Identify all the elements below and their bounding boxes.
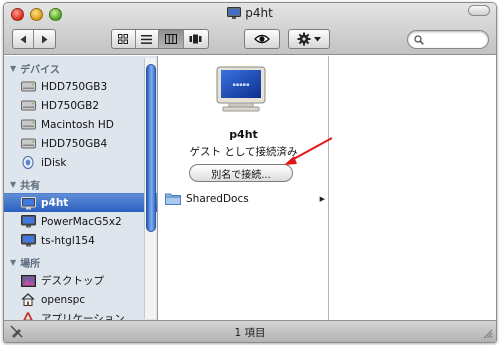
hard-drive-icon: [20, 137, 36, 151]
status-text: 1 項目: [234, 327, 266, 339]
sidebar-item-desktop[interactable]: デスクトップ: [4, 271, 157, 290]
sidebar-section-places[interactable]: ▼ 場所: [4, 253, 157, 271]
sidebar-section-label: 共有: [20, 180, 41, 192]
sidebar: ▼ デバイス HDD750GB3 HD750GB2 Macintosh HD H…: [4, 56, 158, 321]
window-title-text: p4ht: [245, 6, 273, 20]
desktop-icon: [20, 274, 36, 288]
sidebar-item-label: HDD750GB3: [41, 80, 108, 93]
computer-monitor-icon: [20, 234, 36, 248]
search-input[interactable]: [427, 34, 487, 45]
disclosure-triangle-icon: ▼: [10, 179, 17, 189]
icon-view-button[interactable]: [112, 30, 136, 48]
sidebar-section-label: 場所: [20, 258, 41, 270]
sidebar-scrollbar-thumb[interactable]: [146, 64, 156, 232]
sidebar-item-hdd750gb3[interactable]: HDD750GB3: [4, 77, 157, 96]
disclosure-triangle-icon: ▼: [10, 257, 17, 267]
forward-arrow-icon: [42, 35, 48, 43]
sidebar-item-label: ts-htgl154: [41, 234, 95, 247]
search-icon: [414, 34, 424, 45]
svg-text:▪▪▪▪▪: ▪▪▪▪▪: [233, 82, 250, 88]
column-view-icon: [164, 34, 177, 44]
column-view-button[interactable]: [159, 30, 184, 48]
gear-icon: [297, 32, 311, 46]
hard-drive-icon: [20, 80, 36, 94]
sidebar-item-openspc[interactable]: openspc: [4, 290, 157, 309]
back-button[interactable]: [13, 30, 35, 48]
quick-look-button[interactable]: [244, 29, 280, 49]
list-view-button[interactable]: [136, 30, 160, 48]
finder-window: p4ht ▼ デバイス HDD750GB3 HD750GB2 Macintosh…: [3, 2, 497, 343]
sidebar-item-label: iDisk: [41, 156, 67, 169]
folder-label: SharedDocs: [186, 192, 249, 205]
resize-grip-icon[interactable]: [482, 328, 493, 339]
connect-as-button[interactable]: 別名で接続...: [189, 164, 293, 182]
sidebar-item-hdd750gb4[interactable]: HDD750GB4: [4, 134, 157, 153]
toolbar-toggle-button[interactable]: [468, 5, 490, 16]
sidebar-item-idisk[interactable]: iDisk: [4, 153, 157, 172]
eye-icon: [254, 34, 270, 44]
sidebar-item-ts-htgl154[interactable]: ts-htgl154: [4, 231, 157, 250]
sidebar-item-label: Macintosh HD: [41, 118, 114, 131]
sidebar-item-label: HD750GB2: [41, 99, 100, 112]
disclosure-arrow-icon: ▶: [319, 194, 325, 203]
forward-button[interactable]: [34, 30, 55, 48]
computer-monitor-icon: [227, 7, 242, 19]
sidebar-scrollbar[interactable]: [144, 58, 156, 319]
window-title: p4ht: [4, 6, 496, 20]
sidebar-item-label: デスクトップ: [41, 275, 104, 287]
computer-monitor-icon: [20, 196, 36, 210]
search-field[interactable]: [407, 30, 489, 49]
finder-column: ▪▪▪▪▪ p4ht ゲスト として接続済み 別名で接続... SharedDo…: [159, 56, 329, 321]
empty-column: [330, 56, 496, 321]
sidebar-item-powermacg5x2[interactable]: PowerMacG5x2: [4, 212, 157, 231]
disclosure-triangle-icon: ▼: [10, 63, 17, 73]
status-bar: 1 項目: [4, 320, 496, 342]
hard-drive-icon: [20, 118, 36, 132]
icon-view-icon: [118, 34, 129, 44]
back-forward-control: [12, 29, 56, 49]
sidebar-item-hd750gb2[interactable]: HD750GB2: [4, 96, 157, 115]
back-arrow-icon: [20, 35, 26, 43]
home-icon: [20, 293, 36, 307]
sidebar-item-label: HDD750GB4: [41, 137, 108, 150]
share-name: p4ht: [229, 128, 258, 141]
sidebar-section-label: デバイス: [20, 64, 60, 76]
folder-icon: [165, 193, 181, 205]
sidebar-item-label: p4ht: [41, 197, 69, 209]
sidebar-section-shared[interactable]: ▼ 共有: [4, 175, 157, 193]
idisk-icon: [20, 156, 36, 170]
sidebar-item-p4ht[interactable]: p4ht: [4, 193, 157, 212]
cover-flow-icon: [189, 34, 202, 44]
action-menu-button[interactable]: [288, 29, 330, 49]
connection-status: ゲスト として接続済み: [189, 146, 298, 158]
cover-flow-button[interactable]: [184, 30, 208, 48]
sidebar-item-label: PowerMacG5x2: [41, 215, 122, 228]
view-mode-control: [111, 29, 209, 49]
sidebar-item-label: openspc: [41, 293, 86, 306]
sidebar-section-devices[interactable]: ▼ デバイス: [4, 59, 157, 77]
list-view-icon: [141, 34, 153, 44]
sidebar-item-macintosh-hd[interactable]: Macintosh HD: [4, 115, 157, 134]
list-item-shareddocs[interactable]: SharedDocs ▶: [159, 190, 329, 207]
hard-drive-icon: [20, 99, 36, 113]
computer-monitor-icon: ▪▪▪▪▪: [216, 66, 266, 112]
chevron-down-icon: [314, 36, 321, 41]
computer-monitor-icon: [20, 215, 36, 229]
title-bar: p4ht: [4, 3, 496, 55]
